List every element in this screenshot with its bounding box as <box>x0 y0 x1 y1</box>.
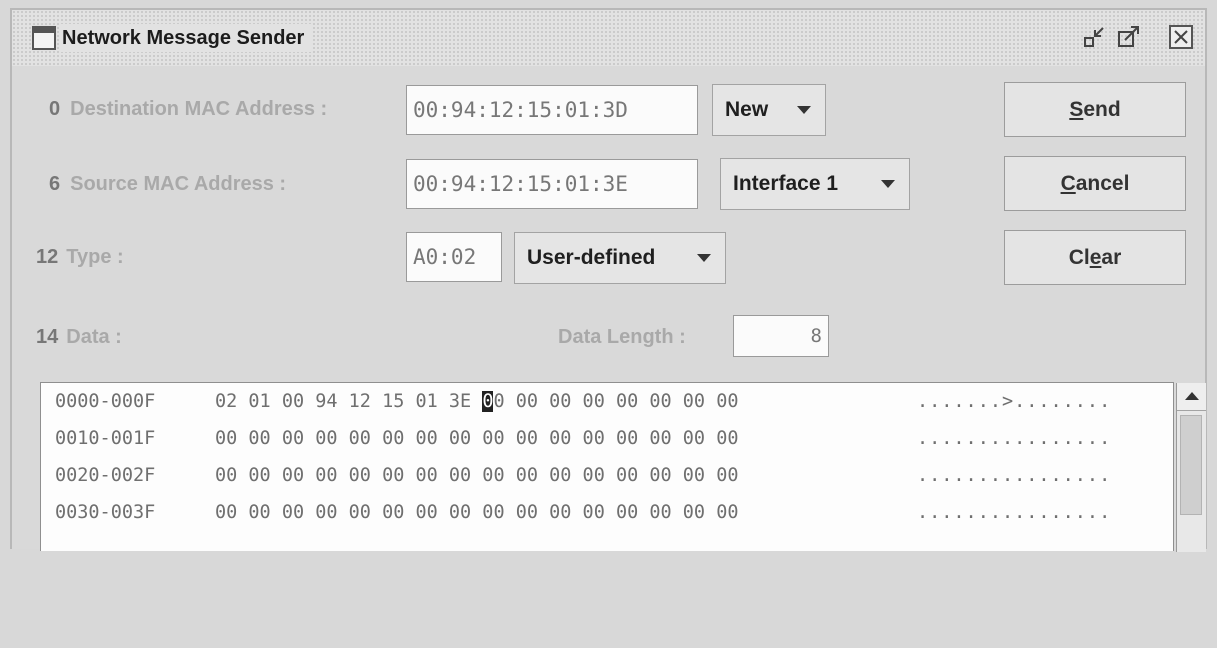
send-mnemonic: S <box>1069 98 1084 121</box>
hex-row-bytes[interactable]: 00 00 00 00 00 00 00 00 00 00 00 00 00 0… <box>215 498 738 528</box>
dest-mac-field[interactable]: 00:94:12:15:01:3D <box>406 85 698 135</box>
hex-row-ascii: .......>........ <box>917 391 1112 412</box>
dest-combo-value: New <box>725 98 769 121</box>
hex-row-bytes[interactable]: 02 01 00 94 12 15 01 3E 00 00 00 00 00 0… <box>215 387 739 417</box>
data-offset: 14 <box>36 326 59 348</box>
src-mac-field[interactable]: 00:94:12:15:01:3E <box>406 159 698 209</box>
hex-row-ascii: ................ <box>917 502 1112 523</box>
interface-combo-value: Interface 1 <box>733 172 839 195</box>
scroll-up-icon[interactable] <box>1177 383 1206 411</box>
chevron-down-icon <box>697 254 711 262</box>
hex-row-bytes[interactable]: 00 00 00 00 00 00 00 00 00 00 00 00 00 0… <box>215 424 738 454</box>
dest-combo[interactable]: New <box>712 84 826 136</box>
network-message-sender-window: Network Message Sender 0 Destination MAC… <box>10 8 1207 552</box>
vertical-scrollbar[interactable] <box>1176 383 1206 552</box>
hex-row-address: 0020-002F <box>55 465 156 486</box>
src-mac-label: 6 Source MAC Address : <box>49 173 286 196</box>
cancel-button[interactable]: Cancel <box>1004 156 1186 211</box>
data-label-text: Data : <box>66 326 122 348</box>
hex-bytes-before-cursor: 02 01 00 94 12 15 01 3E <box>215 391 483 412</box>
clear-mnemonic: e <box>1089 246 1102 269</box>
dest-mac-label: 0 Destination MAC Address : <box>49 98 327 121</box>
data-length-field[interactable]: 8 <box>733 315 829 357</box>
dest-offset: 0 <box>49 98 61 120</box>
maximize-icon[interactable] <box>1116 24 1142 50</box>
clear-label-pre: Cl <box>1068 246 1090 269</box>
close-icon[interactable] <box>1168 24 1194 50</box>
hex-cursor: 0 <box>482 391 494 412</box>
send-button[interactable]: Send <box>1004 82 1186 137</box>
hex-row-ascii: ................ <box>917 428 1112 449</box>
type-field[interactable]: A0:02 <box>406 232 502 282</box>
send-label-post: end <box>1083 98 1121 121</box>
hex-row[interactable]: 0030-003F 00 00 00 00 00 00 00 00 00 00 … <box>55 498 1110 528</box>
hex-row-address: 0010-001F <box>55 428 156 449</box>
src-offset: 6 <box>49 173 61 195</box>
cancel-mnemonic: C <box>1060 172 1076 195</box>
chevron-down-icon <box>797 106 811 114</box>
clear-label-post: ar <box>1101 246 1122 269</box>
type-label-text: Type : <box>66 246 124 268</box>
cancel-label-post: ancel <box>1075 172 1130 195</box>
data-length-label: Data Length : <box>558 326 686 348</box>
title-bar[interactable]: Network Message Sender <box>12 10 1205 66</box>
hex-row-bytes[interactable]: 00 00 00 00 00 00 00 00 00 00 00 00 00 0… <box>215 461 738 491</box>
type-label: 12 Type : <box>36 246 124 269</box>
type-combo[interactable]: User-defined <box>514 232 726 284</box>
minimize-icon[interactable] <box>1082 24 1108 50</box>
hex-row[interactable]: 0020-002F 00 00 00 00 00 00 00 00 00 00 … <box>55 461 1110 491</box>
type-combo-value: User-defined <box>527 246 656 269</box>
data-label: 14 Data : <box>36 326 122 349</box>
clear-button[interactable]: Clear <box>1004 230 1186 285</box>
hex-row[interactable]: 0000-000F 02 01 00 94 12 15 01 3E 00 00 … <box>55 387 1110 417</box>
hex-row-ascii: ................ <box>917 465 1112 486</box>
window-icon <box>32 26 56 50</box>
scrollbar-thumb[interactable] <box>1180 415 1202 515</box>
hex-editor[interactable]: 0000-000F 02 01 00 94 12 15 01 3E 00 00 … <box>40 382 1206 552</box>
hex-row[interactable]: 0010-001F 00 00 00 00 00 00 00 00 00 00 … <box>55 424 1110 454</box>
type-offset: 12 <box>36 246 59 268</box>
src-mac-label-text: Source MAC Address : <box>70 173 287 195</box>
chevron-down-icon <box>881 180 895 188</box>
hex-bytes-after-cursor: 0 00 00 00 00 00 00 00 <box>493 391 739 412</box>
interface-combo[interactable]: Interface 1 <box>720 158 910 210</box>
hex-row-address: 0030-003F <box>55 502 156 523</box>
dest-mac-label-text: Destination MAC Address : <box>70 98 328 120</box>
hex-row-address: 0000-000F <box>55 391 156 412</box>
window-title: Network Message Sender <box>60 24 313 52</box>
